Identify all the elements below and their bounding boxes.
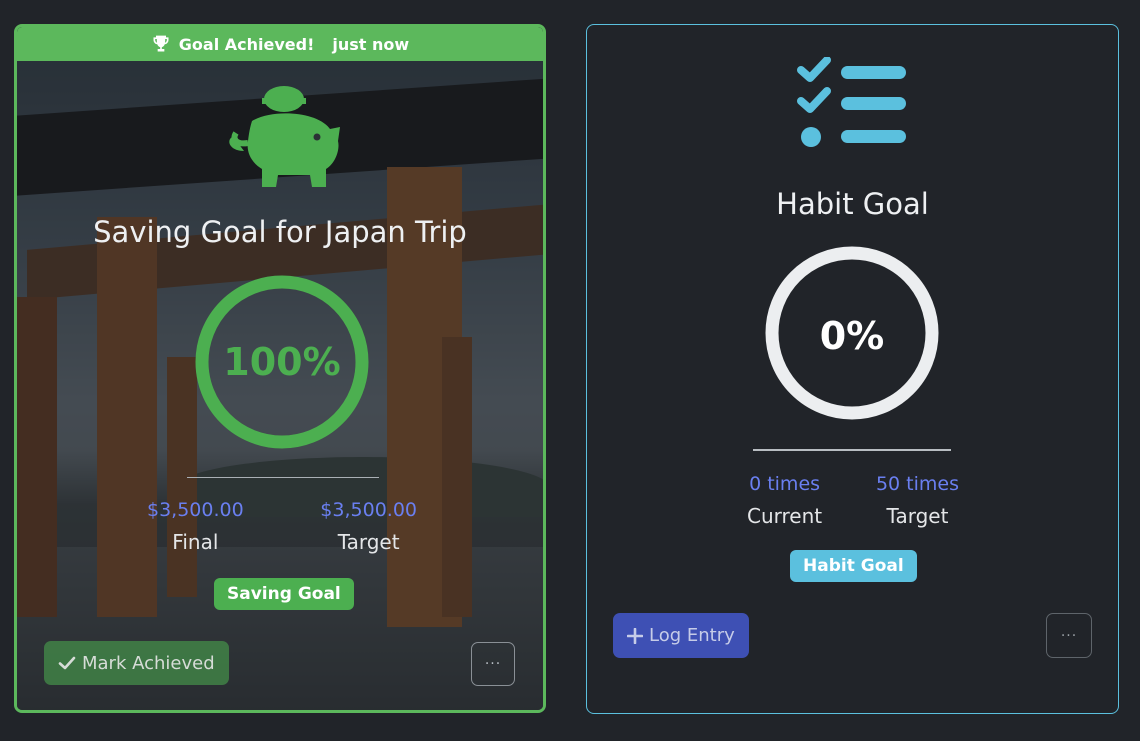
log-entry-label: Log Entry — [649, 625, 735, 646]
log-entry-button[interactable]: Log Entry — [613, 613, 749, 658]
piggy-bank-icon — [229, 86, 340, 187]
current-label: Current — [747, 504, 823, 528]
goal-title: Habit Goal — [776, 187, 929, 221]
target-value: $3,500.00 — [320, 499, 417, 521]
target-count: 50 times Target — [876, 473, 959, 528]
final-value: $3,500.00 — [147, 499, 244, 521]
more-options-button[interactable]: ··· — [1046, 613, 1092, 658]
goal-card-japan-trip: Goal Achieved! just now Saving Goal for … — [14, 24, 546, 713]
target-label: Target — [337, 530, 400, 554]
mark-achieved-label: Mark Achieved — [82, 652, 215, 674]
final-label: Final — [172, 530, 219, 554]
goal-type-badge: Habit Goal — [790, 550, 917, 582]
goal-type-badge: Saving Goal — [214, 578, 354, 610]
current-count: 0 times Current — [747, 473, 822, 528]
goal-card-habit: Habit Goal 0% 0 times Current 50 times T… — [586, 24, 1119, 714]
checklist-icon — [797, 57, 906, 147]
more-icon: ··· — [1060, 627, 1078, 644]
more-icon: ··· — [484, 656, 502, 672]
progress-percent: 100% — [223, 340, 341, 384]
final-amount: $3,500.00 Final — [147, 499, 244, 554]
divider — [187, 477, 379, 478]
check-icon — [58, 656, 76, 670]
target-label: Target — [886, 504, 949, 528]
plus-icon — [627, 627, 643, 644]
target-amount: $3,500.00 Target — [320, 499, 417, 554]
more-options-button[interactable]: ··· — [471, 642, 515, 686]
target-value: 50 times — [875, 473, 959, 495]
progress-percent: 0% — [819, 314, 885, 358]
mark-achieved-button[interactable]: Mark Achieved — [44, 641, 229, 685]
goal-title: Saving Goal for Japan Trip — [93, 215, 467, 249]
divider — [753, 449, 951, 451]
current-value: 0 times — [749, 473, 821, 495]
